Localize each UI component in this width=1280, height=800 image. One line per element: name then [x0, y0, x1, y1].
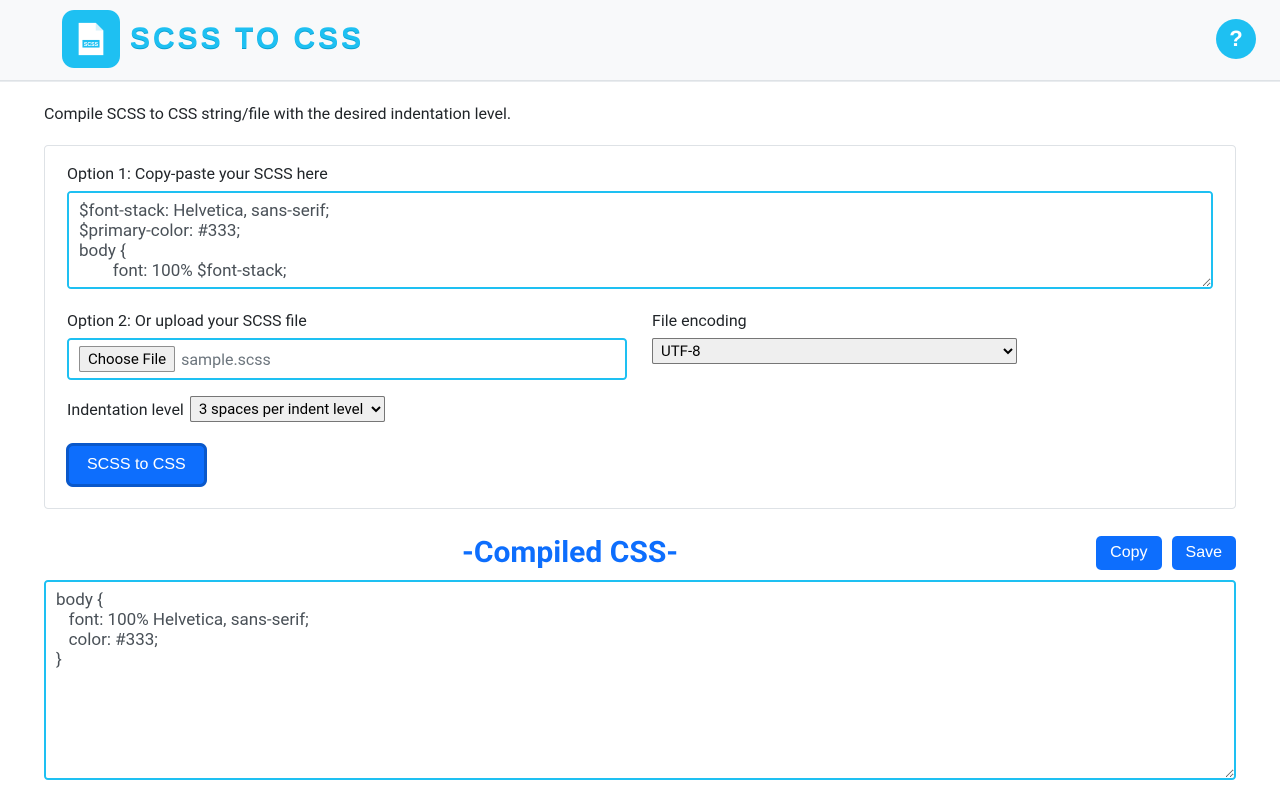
- header-bar: SCSS SCSS to CSS ?: [0, 0, 1280, 81]
- css-output[interactable]: [44, 580, 1236, 780]
- file-name-label: sample.scss: [181, 350, 271, 369]
- result-title: -Compiled CSS-: [462, 535, 678, 570]
- choose-file-button[interactable]: Choose File: [79, 346, 175, 372]
- file-input[interactable]: Choose File sample.scss: [67, 338, 627, 380]
- encoding-select[interactable]: UTF-8: [652, 338, 1017, 364]
- encoding-label: File encoding: [652, 311, 1213, 330]
- convert-button[interactable]: SCSS to CSS: [67, 444, 206, 486]
- logo: SCSS SCSS to CSS: [62, 10, 364, 68]
- indent-select[interactable]: 3 spaces per indent level: [190, 396, 385, 422]
- app-title: SCSS to CSS: [130, 22, 364, 56]
- page-description: Compile SCSS to CSS string/file with the…: [44, 104, 1236, 123]
- option1-label: Option 1: Copy-paste your SCSS here: [67, 164, 1213, 183]
- svg-text:SCSS: SCSS: [84, 42, 99, 48]
- option2-label: Option 2: Or upload your SCSS file: [67, 311, 628, 330]
- indent-label: Indentation level: [67, 400, 184, 419]
- scss-input[interactable]: [67, 191, 1213, 289]
- file-scss-icon: SCSS: [62, 10, 120, 68]
- copy-button[interactable]: Copy: [1096, 536, 1161, 570]
- input-panel: Option 1: Copy-paste your SCSS here Opti…: [44, 145, 1236, 509]
- save-button[interactable]: Save: [1172, 536, 1236, 570]
- help-button[interactable]: ?: [1216, 19, 1256, 59]
